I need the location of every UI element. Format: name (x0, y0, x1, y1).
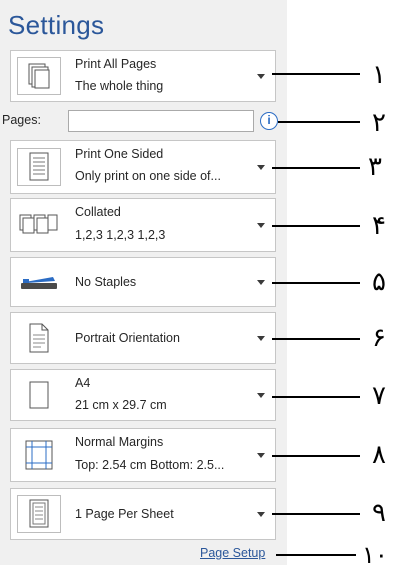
chevron-down-icon[interactable] (257, 223, 265, 228)
collated-pages-icon (17, 206, 61, 244)
callout-line (272, 282, 360, 284)
chevron-down-icon[interactable] (257, 165, 265, 170)
chevron-down-icon[interactable] (257, 393, 265, 398)
callout-number: ۶ (372, 323, 386, 353)
chevron-down-icon[interactable] (257, 74, 265, 79)
print-range-label: Print All Pages (75, 57, 157, 71)
callout-number: ٧ (372, 381, 386, 411)
page-setup-link[interactable]: Page Setup (200, 546, 265, 560)
page-per-sheet-icon (17, 495, 61, 533)
callout-line (272, 73, 360, 75)
callout-number: ٩ (372, 498, 386, 528)
info-icon[interactable]: i (260, 112, 278, 130)
collation-dropdown[interactable]: Collated 1,2,3 1,2,3 1,2,3 (10, 198, 276, 252)
chevron-down-icon[interactable] (257, 336, 265, 341)
callout-number: ۴ (372, 211, 386, 241)
settings-title: Settings (8, 10, 105, 40)
callout-line (272, 513, 360, 515)
paper-size-description: 21 cm x 29.7 cm (75, 398, 167, 412)
sides-label: Print One Sided (75, 147, 164, 161)
orientation-dropdown[interactable]: Portrait Orientation (10, 312, 276, 364)
chevron-down-icon[interactable] (257, 280, 265, 285)
callout-line (272, 455, 360, 457)
paper-size-dropdown[interactable]: A4 21 cm x 29.7 cm (10, 369, 276, 421)
callout-line (278, 121, 360, 123)
staples-label: No Staples (75, 275, 137, 289)
collation-label: Collated (75, 205, 121, 219)
sides-description: Only print on one side of... (75, 169, 221, 183)
print-range-description: The whole thing (75, 79, 164, 93)
callout-line (272, 338, 360, 340)
callout-line (272, 167, 360, 169)
sides-dropdown[interactable]: Print One Sided Only print on one side o… (10, 140, 276, 194)
callout-number: ٨ (372, 440, 386, 470)
pages-label: Pages: (2, 113, 41, 127)
print-range-dropdown[interactable]: Print All Pages The whole thing (10, 50, 276, 102)
orientation-label: Portrait Orientation (75, 331, 180, 345)
chevron-down-icon[interactable] (257, 512, 265, 517)
pages-per-sheet-label: 1 Page Per Sheet (75, 507, 174, 521)
callout-line (272, 225, 360, 227)
pages-per-sheet-dropdown[interactable]: 1 Page Per Sheet (10, 488, 276, 540)
pages-stack-icon (17, 57, 61, 95)
callout-line (272, 396, 360, 398)
one-sided-page-icon (17, 148, 61, 186)
paper-size-label: A4 (75, 376, 91, 390)
stapler-icon (17, 263, 61, 301)
callout-number: ٢ (372, 108, 386, 138)
collation-description: 1,2,3 1,2,3 1,2,3 (75, 228, 166, 242)
callout-line (276, 554, 356, 556)
callout-number: ١ (372, 60, 386, 90)
margins-icon (17, 436, 61, 474)
portrait-page-icon (17, 319, 61, 357)
chevron-down-icon[interactable] (257, 453, 265, 458)
paper-size-icon (17, 376, 61, 414)
callout-number: ١٠ (362, 541, 388, 569)
margins-description: Top: 2.54 cm Bottom: 2.5... (75, 458, 225, 472)
margins-dropdown[interactable]: Normal Margins Top: 2.54 cm Bottom: 2.5.… (10, 428, 276, 482)
callout-number: ۵ (372, 267, 386, 297)
pages-input[interactable] (68, 110, 254, 132)
callout-number: ٣ (368, 152, 382, 182)
margins-label: Normal Margins (75, 435, 164, 449)
staples-dropdown[interactable]: No Staples (10, 257, 276, 307)
